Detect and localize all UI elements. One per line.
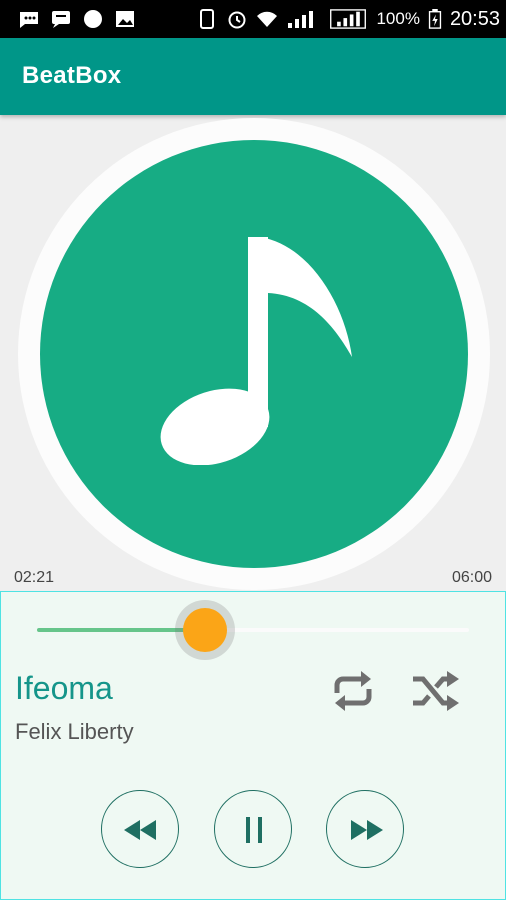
signal-icon-2 [330, 9, 367, 29]
elapsed-time: 02:21 [14, 569, 55, 586]
artist-name: Felix Liberty [15, 719, 134, 744]
wifi-icon [257, 11, 278, 27]
repeat-icon [334, 671, 372, 711]
fast-forward-button[interactable] [326, 790, 404, 868]
shuffle-icon [413, 671, 459, 711]
battery-percent: 100% [376, 9, 420, 28]
app-bar: BeatBox [0, 38, 506, 115]
battery-icon [428, 9, 442, 29]
player-panel: Ifeoma Felix Liberty [0, 591, 506, 900]
repeat-button[interactable] [327, 669, 379, 713]
phone-icon [200, 9, 215, 29]
signal-icon [288, 11, 314, 28]
app-title: BeatBox [22, 62, 122, 89]
alarm-icon [228, 11, 246, 29]
status-bar: 100% 20:53 [0, 0, 506, 38]
seek-bar[interactable] [37, 628, 469, 632]
image-icon [116, 11, 134, 27]
notification-icon [20, 12, 38, 28]
fast-forward-icon [351, 820, 383, 840]
chat-icon [52, 11, 70, 28]
music-note-icon [160, 237, 352, 465]
rewind-button[interactable] [101, 790, 179, 868]
circle-icon [84, 10, 102, 28]
shuffle-button[interactable] [409, 669, 461, 713]
pause-icon [246, 817, 262, 843]
song-title: Ifeoma [15, 670, 113, 706]
clock: 20:53 [449, 7, 500, 30]
rewind-icon [124, 820, 156, 840]
pause-button[interactable] [214, 790, 292, 868]
total-time: 06:00 [451, 569, 492, 586]
